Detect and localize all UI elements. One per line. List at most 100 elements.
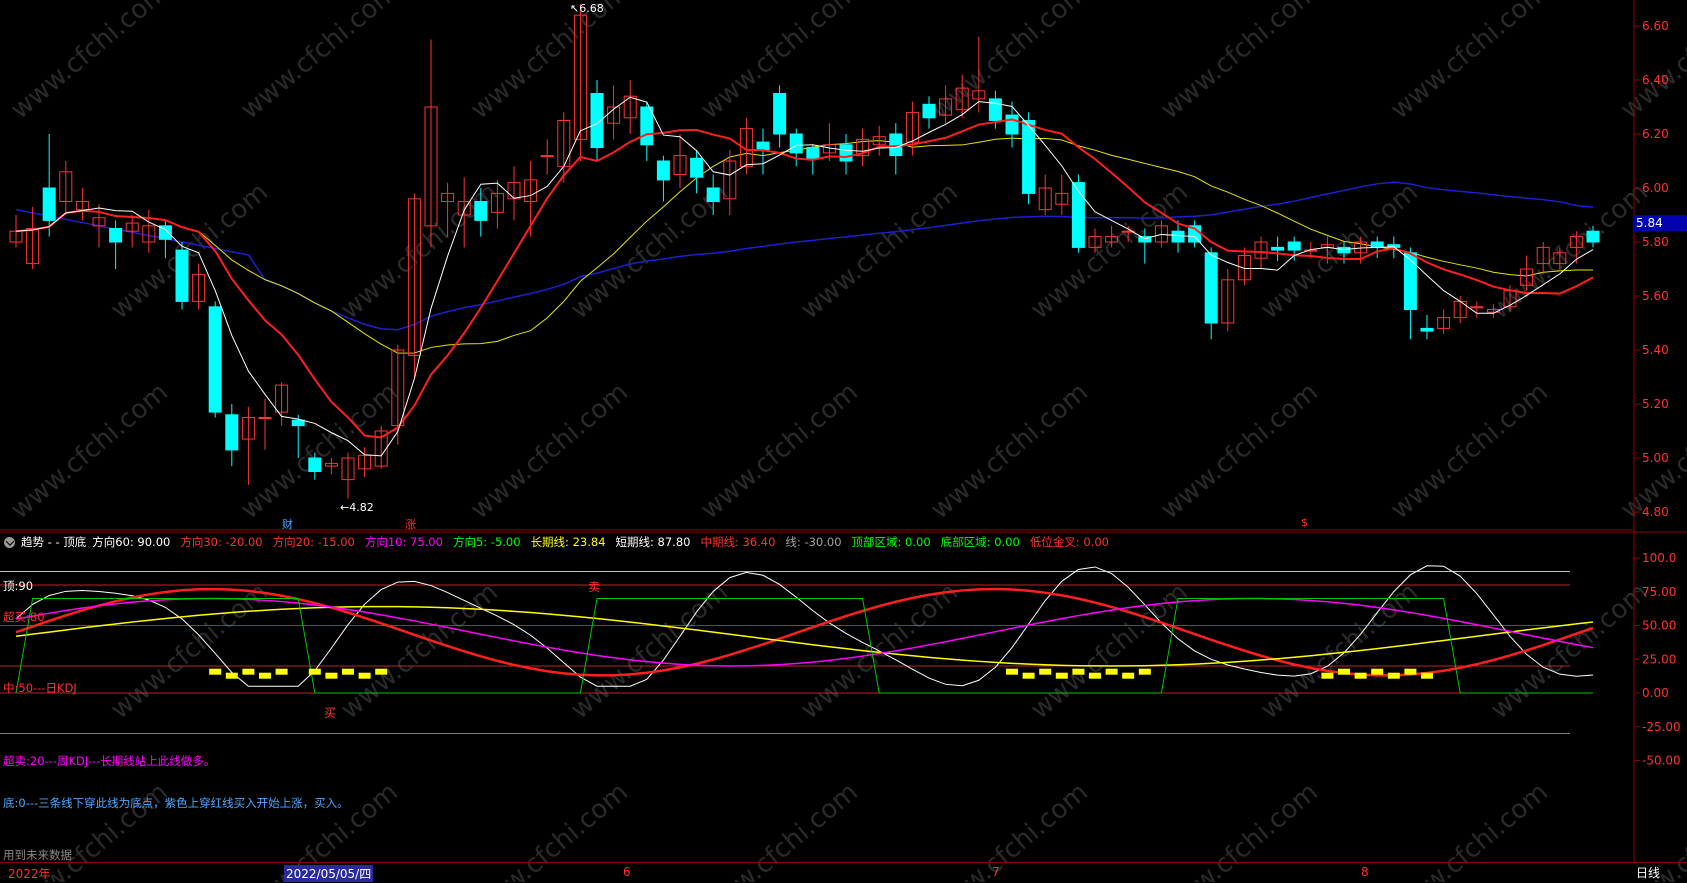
candle-body <box>540 155 554 158</box>
candle-body <box>806 147 820 159</box>
indicator-value-9: 顶部区域: 0.00 <box>851 535 931 549</box>
candle-body <box>839 144 853 162</box>
indicator-name[interactable]: 趋势 - - 顶底 <box>21 534 86 550</box>
signal-block <box>1089 672 1101 679</box>
price-tick-label: 5.20 <box>1642 397 1669 411</box>
price-tick-label: 6.60 <box>1642 19 1669 33</box>
indicator-tick-label: 50.00 <box>1642 619 1676 633</box>
watermark-text: www.cfchi.com <box>695 377 864 525</box>
signal-block <box>1387 672 1400 679</box>
candle-body <box>922 103 936 119</box>
watermark-text: www.cfchi.com <box>1025 177 1194 325</box>
candle-body <box>1022 120 1036 194</box>
signal-block <box>1122 672 1135 679</box>
signal-block <box>275 668 288 675</box>
indicator-tick-label: -50.00 <box>1642 754 1681 768</box>
watermark-text: www.cfchi.com <box>1385 0 1554 125</box>
candle-body <box>756 141 770 151</box>
watermark-text: www.cfchi.com <box>795 177 964 325</box>
watermark-text: www.cfchi.com <box>925 377 1094 525</box>
future-data-note: 用到未来数据 <box>3 848 72 862</box>
candle-body <box>109 228 123 243</box>
signal-block <box>225 672 238 679</box>
signal-block <box>1421 672 1433 679</box>
watermark-text: www.cfchi.com <box>235 377 404 525</box>
signal-block <box>1338 668 1350 675</box>
time-label-cursor[interactable]: 2022/05/05/四 <box>284 865 374 882</box>
candle-body <box>1271 246 1285 251</box>
candle-body <box>258 417 272 419</box>
watermark-text: www.cfchi.com <box>1485 577 1654 725</box>
indicator-tick-label: 75.00 <box>1642 585 1676 599</box>
candle-body <box>1420 327 1434 332</box>
price-tick-label: 6.40 <box>1642 73 1669 87</box>
indicator-value-1: 方向30: -20.00 <box>180 535 263 549</box>
candle-body <box>988 98 1002 122</box>
time-label-august: 8 <box>1361 865 1369 879</box>
rise-marker[interactable]: 涨 <box>405 516 416 532</box>
ma10-line <box>15 118 1594 439</box>
signal-block <box>308 668 321 675</box>
time-label-year: 2022年 <box>8 867 51 881</box>
indicator-toggle-icon[interactable] <box>4 536 15 548</box>
indicator-tick-label: 100.0 <box>1642 551 1676 565</box>
watermark-text: www.cfchi.com <box>1155 0 1324 125</box>
indicator-value-5: 长期线: 23.84 <box>530 535 606 549</box>
price-tick-label: 5.00 <box>1642 451 1669 465</box>
sell-mark: 卖 <box>588 580 601 594</box>
watermark-text: www.cfchi.com <box>1485 177 1654 325</box>
candle-body <box>690 157 704 178</box>
ma10-polyline <box>15 118 1594 439</box>
candle-body <box>1005 114 1019 135</box>
ma5-line <box>15 96 1594 457</box>
candle-body <box>291 419 305 427</box>
label-overbought80: 超买:80 <box>3 610 45 624</box>
period-daily-button[interactable]: 日线 <box>1636 864 1660 881</box>
watermark-text: www.cfchi.com <box>465 377 634 525</box>
high-price-label: ↖6.68 <box>570 2 604 15</box>
signal-block <box>1371 668 1384 675</box>
label-oversold20: 超卖:20---周KDJ---长期线站上此线做多。 <box>3 754 216 768</box>
candle-body <box>706 187 720 202</box>
candle-body <box>1403 252 1417 311</box>
signal-block <box>1055 672 1068 679</box>
candle-body <box>789 133 803 154</box>
watermark-text: www.cfchi.com <box>335 577 504 725</box>
finance-marker[interactable]: 财 <box>282 516 293 532</box>
signal-block <box>1138 668 1151 675</box>
signal-block <box>1354 672 1367 679</box>
time-label-july: 7 <box>992 865 1000 879</box>
signal-block <box>1006 668 1018 675</box>
indicator-value-2: 方向20: -15.00 <box>272 535 355 549</box>
indicator-value-3: 方向10: 75.00 <box>364 535 443 549</box>
signal-block <box>1105 668 1118 675</box>
signal-block <box>1022 672 1035 679</box>
indicator-value-4: 方向5: -5.00 <box>452 535 521 549</box>
price-tick-label: 5.40 <box>1642 343 1669 357</box>
indicator-axis: 100.0 75.00 50.00 25.00 0.00 -25.00 -50.00 <box>1634 551 1681 768</box>
signal-block <box>375 668 388 675</box>
dollar-marker[interactable]: $ <box>1301 516 1308 529</box>
candle-body <box>42 187 56 221</box>
signal-block <box>325 672 338 679</box>
price-tick-label: 5.60 <box>1642 289 1669 303</box>
watermark-text: www.cfchi.com <box>565 577 734 725</box>
time-axis[interactable]: 2022年 2022/05/05/四 6 7 8 <box>0 862 1687 883</box>
candle-body <box>656 160 670 181</box>
indicator-value-7: 中期线: 36.40 <box>700 535 776 549</box>
indicator-tick-label: 25.00 <box>1642 652 1676 666</box>
price-tick-label: 5.80 <box>1642 235 1669 249</box>
price-tick-label: 6.20 <box>1642 127 1669 141</box>
candle-body <box>640 106 654 146</box>
signal-block <box>209 668 222 675</box>
watermark-text: www.cfchi.com <box>235 0 404 125</box>
candle-body <box>308 457 322 472</box>
low-price-label: ←4.82 <box>340 501 374 514</box>
price-tick-label: 6.00 <box>1642 181 1669 195</box>
candle-body <box>1470 306 1484 309</box>
ma5-polyline <box>15 96 1594 457</box>
candle-body <box>1337 246 1351 254</box>
indicator-value-10: 底部区域: 0.00 <box>940 535 1020 549</box>
stock-chart[interactable]: www.cfchi.com www.cfchi.com www.cfchi.com w… <box>0 0 1687 882</box>
indicator-values: 方向60: 90.00 方向30: -20.00 方向20: -15.00 方向10:… <box>92 534 1109 550</box>
